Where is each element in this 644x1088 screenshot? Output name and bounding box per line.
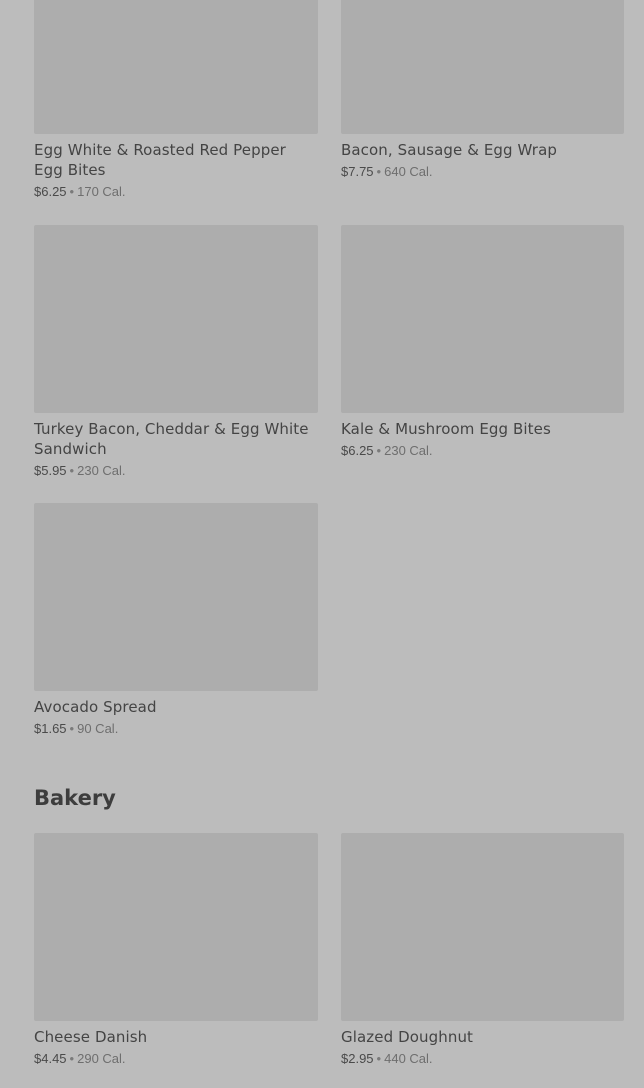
product-name[interactable]: Kale & Mushroom Egg Bites: [341, 419, 625, 439]
meta-separator: •: [376, 1051, 382, 1066]
product-price: $4.45: [34, 1051, 67, 1066]
product-calories: 90 Cal.: [77, 721, 119, 736]
product-meta: $2.95 • 440 Cal.: [341, 1050, 625, 1068]
product-meta: $5.95 • 230 Cal.: [34, 462, 318, 480]
product-price: $6.25: [34, 184, 67, 199]
product-image[interactable]: [34, 225, 318, 413]
product-image[interactable]: [341, 833, 624, 1021]
product-image[interactable]: [34, 0, 318, 134]
menu-item-card[interactable]: Glazed Doughnut $2.95 • 440 Cal.: [341, 833, 625, 1068]
meta-separator: •: [69, 721, 75, 736]
product-image[interactable]: [341, 0, 624, 134]
meta-separator: •: [69, 1051, 75, 1066]
product-name[interactable]: Cheese Danish: [34, 1027, 318, 1047]
product-price: $7.75: [341, 164, 374, 179]
product-calories: 440 Cal.: [384, 1051, 433, 1066]
menu-page: Egg White & Roasted Red Pepper Egg Bites…: [0, 0, 644, 1088]
product-price: $1.65: [34, 721, 67, 736]
product-name[interactable]: Avocado Spread: [34, 697, 318, 717]
product-price: $5.95: [34, 463, 67, 478]
product-image[interactable]: [341, 225, 624, 413]
product-meta: $7.75 • 640 Cal.: [341, 163, 625, 181]
product-price: $6.25: [341, 443, 374, 458]
product-calories: 640 Cal.: [384, 164, 433, 179]
menu-item-card[interactable]: Kale & Mushroom Egg Bites $6.25 • 230 Cal.: [341, 225, 625, 460]
product-calories: 230 Cal.: [384, 443, 433, 458]
product-name[interactable]: Egg White & Roasted Red Pepper Egg Bites: [34, 140, 318, 180]
meta-separator: •: [376, 164, 382, 179]
menu-item-card[interactable]: Turkey Bacon, Cheddar & Egg White Sandwi…: [34, 225, 318, 480]
product-image[interactable]: [34, 833, 318, 1021]
section-title-bakery: Bakery: [34, 786, 116, 810]
meta-separator: •: [69, 463, 75, 478]
product-meta: $1.65 • 90 Cal.: [34, 720, 318, 738]
product-calories: 290 Cal.: [77, 1051, 126, 1066]
meta-separator: •: [69, 184, 75, 199]
product-name[interactable]: Glazed Doughnut: [341, 1027, 625, 1047]
product-name[interactable]: Turkey Bacon, Cheddar & Egg White Sandwi…: [34, 419, 318, 459]
product-meta: $6.25 • 170 Cal.: [34, 183, 318, 201]
product-image[interactable]: [34, 503, 318, 691]
product-calories: 230 Cal.: [77, 463, 126, 478]
menu-item-card[interactable]: Avocado Spread $1.65 • 90 Cal.: [34, 503, 318, 738]
menu-item-card[interactable]: Cheese Danish $4.45 • 290 Cal.: [34, 833, 318, 1068]
meta-separator: •: [376, 443, 382, 458]
product-calories: 170 Cal.: [77, 184, 126, 199]
menu-item-card[interactable]: Egg White & Roasted Red Pepper Egg Bites…: [34, 0, 318, 201]
product-meta: $4.45 • 290 Cal.: [34, 1050, 318, 1068]
product-name[interactable]: Bacon, Sausage & Egg Wrap: [341, 140, 625, 160]
menu-item-card[interactable]: Bacon, Sausage & Egg Wrap $7.75 • 640 Cal.: [341, 0, 625, 181]
product-meta: $6.25 • 230 Cal.: [341, 442, 625, 460]
product-price: $2.95: [341, 1051, 374, 1066]
